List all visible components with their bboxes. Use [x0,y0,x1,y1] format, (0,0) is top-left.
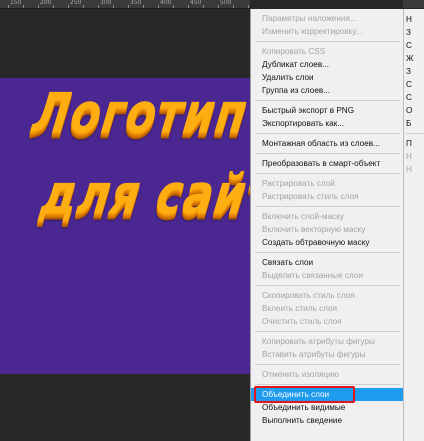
ruler-label: 250 [70,0,82,6]
side-menu-item[interactable]: Ж [406,52,424,65]
ruler-label: 150 [10,0,22,6]
ruler-label: 450 [190,0,202,6]
menu-item[interactable]: Удалить слои [251,71,404,84]
menu-item[interactable]: Выполнить сведение [251,414,404,427]
menu-item: Вклеить стиль слоя [262,304,338,313]
side-menu-item[interactable]: С [406,39,424,52]
menu-item[interactable]: Быстрый экспорт в PNG [251,104,404,117]
side-menu-item[interactable]: З [406,65,424,78]
menu-item: Растрировать слой [262,179,335,188]
side-menu-item[interactable]: З [406,26,424,39]
menu-item[interactable]: Дубликат слоев... [251,58,404,71]
menu-item: Вставить атрибуты фигуры [262,350,366,359]
menu-item: Скопировать стиль слоя [262,291,355,300]
menu-item: Включить векторную маску [262,225,366,234]
side-menu-item[interactable]: Б [406,117,424,130]
side-menu-item[interactable]: О [406,104,424,117]
menu-item: Копировать атрибуты фигуры [262,337,375,346]
side-menu-item[interactable]: П [406,137,424,150]
ruler-label: 300 [100,0,112,6]
menu-item[interactable]: Монтажная область из слоев... [251,137,404,150]
menu-item[interactable]: Группа из слоев... [251,84,404,97]
menu-item: Выделить связанные слои [262,271,363,280]
menu-item[interactable]: Объединить видимые [251,401,404,414]
side-menu-item: Н [406,152,412,161]
ruler-label: 500 [220,0,232,6]
menu-separator [255,364,400,365]
ruler-label: 400 [160,0,172,6]
horizontal-ruler: 150 200 250 300 350 400 450 500 [0,0,250,9]
menu-item: Включить слой-маску [262,212,344,221]
menu-item: Параметры наложения... [262,14,357,23]
menu-item[interactable]: Создать обтравочную маску [251,236,404,249]
side-menu-item[interactable]: Н [406,13,424,26]
menu-item[interactable]: Преобразовать в смарт-объект [251,157,404,170]
menu-separator [255,252,400,253]
logo-text-line-1: Логотип [29,82,252,146]
menu-separator [255,384,400,385]
menu-separator [255,285,400,286]
ruler-label: 350 [130,0,142,6]
horizontal-ruler-right [403,0,424,8]
menu-item: Отменить изоляцию [262,370,339,379]
menu-separator [255,331,400,332]
menu-separator [255,41,400,42]
side-menu-item[interactable]: С [406,91,424,104]
menu-separator [255,100,400,101]
menu-item: Очистить стиль слоя [262,317,342,326]
menu-item: Изменить корректировку... [262,27,363,36]
menu-item[interactable]: Экспортировать как... [251,117,404,130]
layer-context-menu: Параметры наложения... Изменить корректир… [250,9,404,441]
ruler-label: 200 [40,0,52,6]
menu-item[interactable]: Связать слои [251,256,404,269]
submenu-panel-partial: НЗСЖЗССОБПНН [403,9,424,441]
menu-item: Копировать CSS [262,47,326,56]
side-separator [406,133,424,134]
menu-separator [255,153,400,154]
menu-separator [255,133,400,134]
document-canvas[interactable]: Логотип для сайта [0,9,308,441]
menu-separator [255,173,400,174]
side-menu-item: Н [406,165,412,174]
menu-separator [255,206,400,207]
side-menu-item[interactable]: С [406,78,424,91]
menu-item: Растрировать стиль слоя [262,192,359,201]
